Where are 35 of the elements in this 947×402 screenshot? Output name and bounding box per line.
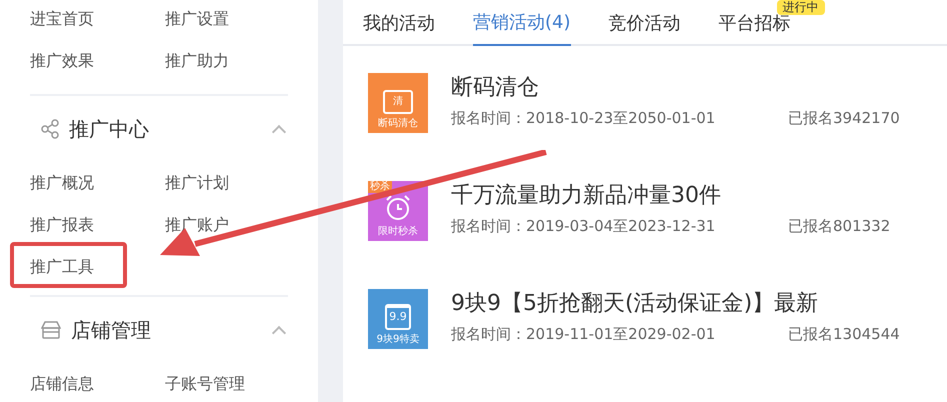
tab[interactable]: 竞价活动 xyxy=(608,10,680,36)
sidebar-link[interactable]: 推广效果 xyxy=(30,49,94,73)
store-icon xyxy=(41,321,61,339)
truck-icon: 清 xyxy=(383,90,413,114)
sidebar-link[interactable]: 子账号管理 xyxy=(165,372,245,396)
signup-period: 报名时间：2018-10-23至2050-01-01 xyxy=(451,108,716,129)
sidebar-link[interactable]: 推广设置 xyxy=(165,7,229,31)
alarm-clock-icon xyxy=(384,194,412,222)
sidebar-link[interactable]: 进宝首页 xyxy=(30,7,94,31)
signup-count: 已报名3942170 xyxy=(788,108,900,129)
status-badge: 进行中 xyxy=(776,0,824,15)
sidebar-link[interactable]: 推广概况 xyxy=(30,171,94,195)
activity-title[interactable]: 断码清仓 xyxy=(451,73,900,103)
section-title: 推广中心 xyxy=(69,116,149,143)
icon-label: 断码清仓 xyxy=(378,118,418,130)
activity-title[interactable]: 千万流量助力新品冲量30件 xyxy=(451,181,890,211)
signup-count: 已报名801332 xyxy=(788,216,890,237)
section-title: 店铺管理 xyxy=(71,317,151,344)
icon-label: 9块9特卖 xyxy=(376,334,420,346)
activity-title[interactable]: 9块9【5折抢翻天(活动保证金)】最新 xyxy=(451,289,900,319)
sidebar-link[interactable]: 推广计划 xyxy=(165,171,229,195)
sidebar-link[interactable]: 推广账户 xyxy=(165,213,229,237)
sidebar-link[interactable]: 推广报表 xyxy=(30,213,94,237)
signup-period: 报名时间：2019-03-04至2023-12-31 xyxy=(451,216,716,237)
corner-tag: 秒杀 xyxy=(368,181,392,193)
share-icon xyxy=(41,119,59,139)
tab[interactable]: 我的活动 xyxy=(363,10,435,36)
sidebar-link[interactable]: 推广助力 xyxy=(165,49,229,73)
tab[interactable]: 营销活动(4) xyxy=(473,8,570,36)
icon-label: 限时秒杀 xyxy=(378,226,418,238)
signup-count: 已报名1304544 xyxy=(788,324,900,345)
signup-period: 报名时间：2019-11-01至2029-02-01 xyxy=(451,324,716,345)
sidebar-link[interactable]: 推广工具 xyxy=(30,255,94,279)
calendar-icon: 9.9 xyxy=(385,304,411,330)
sidebar-link[interactable]: 店铺信息 xyxy=(30,372,94,396)
